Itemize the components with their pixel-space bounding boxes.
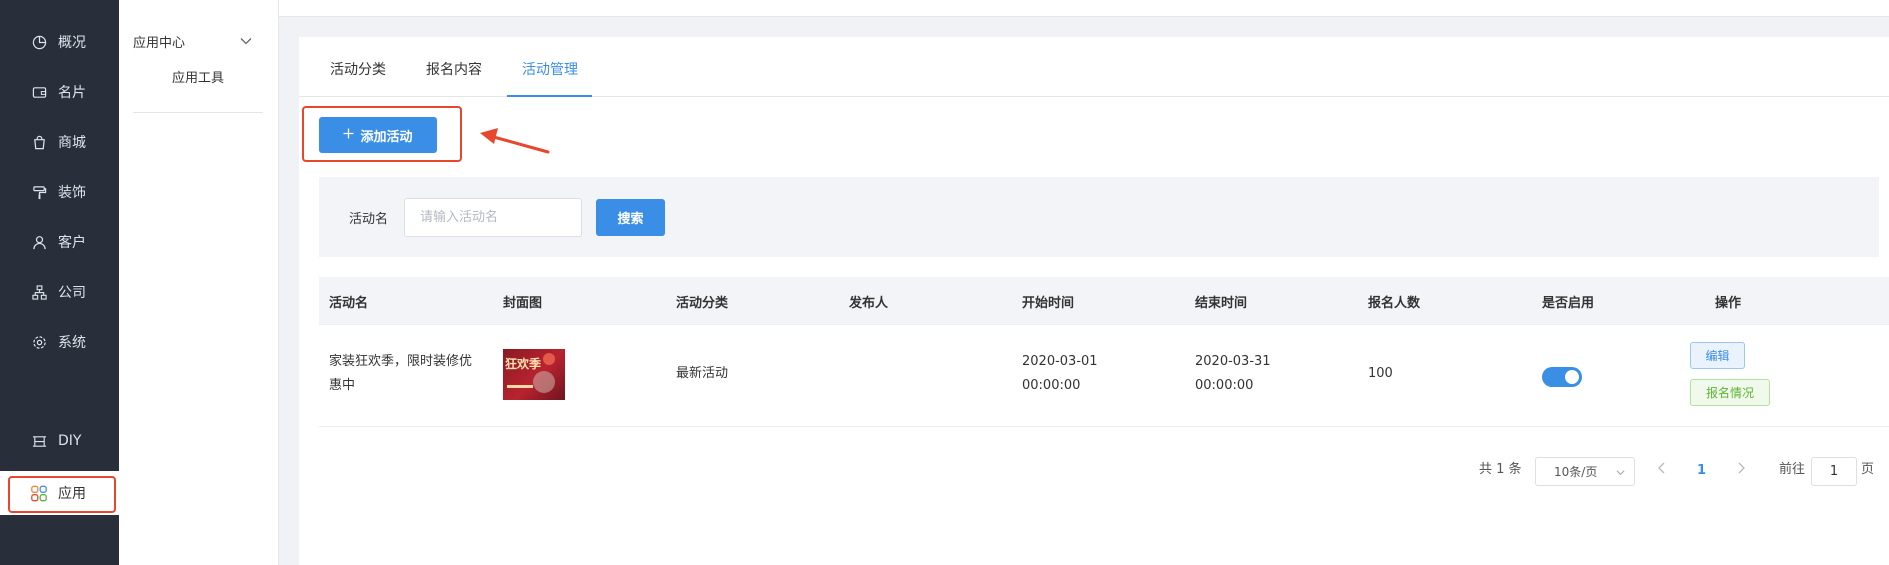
page-size-value: 10条/页 [1554, 465, 1598, 479]
tab-signup-content[interactable]: 报名内容 [426, 59, 482, 79]
nav-item-customer[interactable]: 客户 [0, 222, 119, 262]
wallet-icon [31, 84, 47, 100]
start-date: 2020-03-01 [1022, 354, 1098, 369]
search-button[interactable]: 搜索 [596, 199, 665, 236]
nav-label: 装饰 [58, 185, 86, 201]
paint-roller-icon [31, 184, 47, 200]
org-chart-icon [31, 284, 47, 300]
signup-status-button[interactable]: 报名情况 [1690, 379, 1770, 406]
filter-bar: 活动名 搜索 [319, 177, 1879, 257]
nav-item-overview[interactable]: 概况 [0, 22, 119, 62]
toggle-knob [1565, 370, 1579, 384]
col-publisher: 发布人 [849, 296, 889, 311]
col-cover: 封面图 [503, 296, 543, 311]
tab-activity-management[interactable]: 活动管理 [522, 59, 578, 79]
nav-item-company[interactable]: 公司 [0, 272, 119, 312]
edit-button[interactable]: 编辑 [1690, 342, 1745, 369]
nav-item-decoration[interactable]: 装饰 [0, 172, 119, 212]
chevron-down-icon [1616, 466, 1625, 480]
activity-name-cell: 家装狂欢季，限时装修优 惠中 [329, 350, 494, 398]
page-unit-label: 页 [1861, 462, 1875, 477]
col-enabled: 是否启用 [1542, 296, 1595, 311]
top-bar [279, 0, 1889, 17]
cover-thumbnail[interactable]: 狂欢季 [503, 349, 565, 400]
enabled-toggle[interactable] [1542, 367, 1582, 387]
gear-icon [31, 334, 47, 350]
col-actions: 操作 [1715, 296, 1742, 311]
col-category: 活动分类 [676, 296, 729, 311]
table-row: 家装狂欢季，限时装修优 惠中 狂欢季 最新活动 2020-03-01 00:00… [319, 325, 1889, 427]
nav-label: 客户 [58, 235, 86, 251]
diy-icon [31, 433, 47, 449]
nav-label: 名片 [58, 85, 86, 101]
category-cell: 最新活动 [676, 366, 729, 381]
annotation-highlight-app [8, 476, 116, 513]
next-page-icon[interactable] [1737, 462, 1746, 478]
nav-item-mall[interactable]: 商城 [0, 122, 119, 162]
prev-page-icon[interactable] [1657, 462, 1666, 478]
signups-cell: 100 [1368, 366, 1393, 381]
active-tab-indicator [507, 95, 592, 97]
nav-label: 系统 [58, 335, 86, 351]
start-time: 00:00:00 [1022, 378, 1081, 393]
activity-name-label: 活动名 [349, 212, 389, 227]
nav-label: DIY [58, 433, 82, 449]
tab-activity-category[interactable]: 活动分类 [330, 59, 386, 79]
end-date: 2020-03-31 [1195, 354, 1271, 369]
nav-item-system[interactable]: 系统 [0, 322, 119, 362]
shopping-bag-icon [31, 134, 47, 150]
nav-item-card[interactable]: 名片 [0, 72, 119, 112]
nav-item-diy[interactable]: DIY [0, 421, 119, 461]
nav-label: 公司 [58, 285, 86, 301]
activity-name-line: 家装狂欢季，限时装修优 [329, 354, 473, 369]
col-start-time: 开始时间 [1022, 296, 1075, 311]
end-time-cell: 2020-03-31 00:00:00 [1195, 350, 1271, 398]
activity-name-input[interactable] [404, 198, 582, 237]
cover-text: 狂欢季 [505, 357, 542, 371]
user-icon [31, 234, 47, 250]
current-page[interactable]: 1 [1697, 463, 1706, 478]
chevron-up-icon[interactable] [240, 33, 252, 49]
col-activity-name: 活动名 [329, 296, 369, 311]
annotation-arrow-icon [480, 128, 550, 154]
main-content: 活动分类 报名内容 活动管理 添加活动 活动名 搜索 活动名 封面图 活动分类 … [299, 37, 1889, 565]
activity-name-line: 惠中 [329, 378, 356, 393]
goto-label: 前往 [1779, 462, 1806, 477]
page-size-select[interactable]: 10条/页 [1535, 457, 1635, 486]
pie-chart-icon [31, 34, 47, 50]
start-time-cell: 2020-03-01 00:00:00 [1022, 350, 1098, 398]
table-header: 活动名 封面图 活动分类 发布人 开始时间 结束时间 报名人数 是否启用 操作 [319, 277, 1889, 325]
pagination-total: 共 1 条 [1479, 462, 1522, 477]
col-signups: 报名人数 [1368, 296, 1421, 311]
submenu-divider [133, 112, 263, 113]
annotation-highlight-add-button [302, 106, 462, 162]
nav-label: 概况 [58, 35, 86, 51]
nav-label: 商城 [58, 135, 86, 151]
col-end-time: 结束时间 [1195, 296, 1248, 311]
goto-page-input[interactable]: 1 [1811, 457, 1857, 486]
end-time: 00:00:00 [1195, 378, 1254, 393]
submenu-item-app-tools[interactable]: 应用工具 [172, 67, 224, 86]
secondary-menu: 应用中心 应用工具 [119, 0, 279, 565]
submenu-title[interactable]: 应用中心 [133, 32, 185, 51]
